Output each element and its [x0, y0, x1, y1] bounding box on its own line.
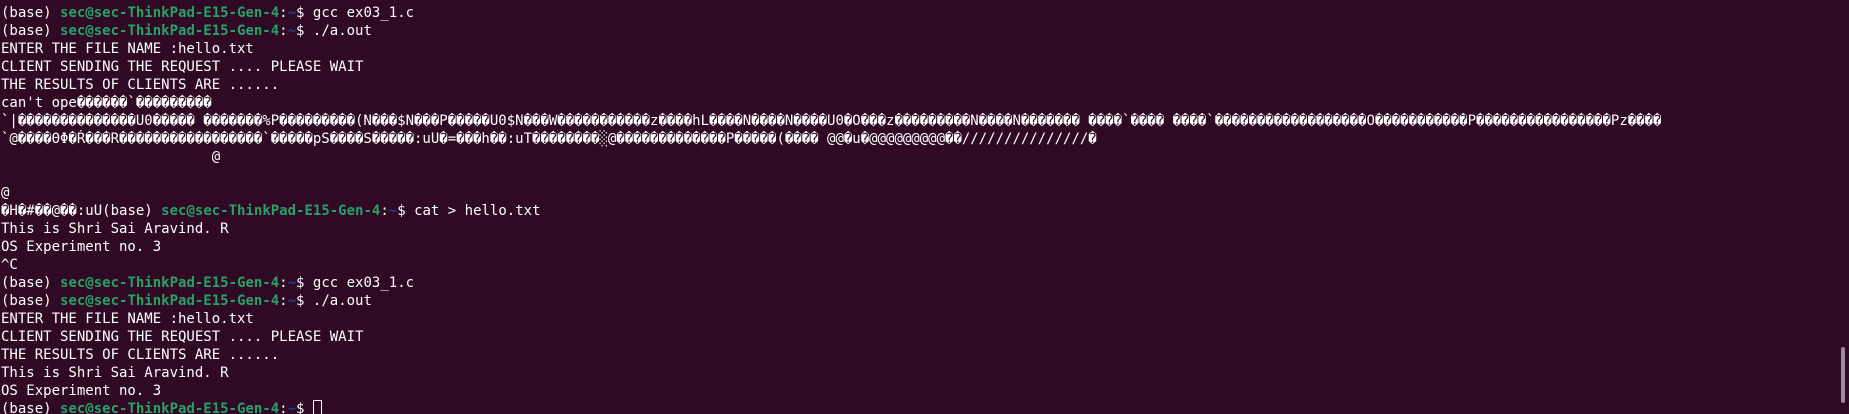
prompt-env: (base) [1, 23, 61, 39]
output-text: can't ope������`��������� [1, 95, 212, 111]
prompt-user-host: sec@sec-ThinkPad-E15-Gen-4 [161, 203, 381, 219]
prompt-user-host: sec@sec-ThinkPad-E15-Gen-4 [60, 401, 280, 414]
output-text: @ [1, 149, 221, 165]
output-text: OS Experiment no. 3 [1, 239, 162, 255]
output-text: ENTER THE FILE NAME :hello.txt [1, 41, 254, 57]
prompt-dollar: $ [296, 401, 313, 414]
terminal-output[interactable]: (base) sec@sec-ThinkPad-E15-Gen-4:~$ gcc… [1, 4, 1829, 414]
terminal-line: can't ope������`��������� [1, 94, 1829, 112]
prompt-dollar: $ [296, 23, 313, 39]
command-text: gcc ex03_1.c [312, 275, 415, 291]
command-text: cat > hello.txt [414, 203, 541, 219]
terminal-line: @ [1, 184, 1829, 202]
terminal-line: CLIENT SENDING THE REQUEST .... PLEASE W… [1, 58, 1829, 76]
command-text: gcc ex03_1.c [312, 5, 415, 21]
terminal-line: @ [1, 148, 1829, 166]
prompt-separator: : [279, 401, 288, 414]
terminal-line: ^C [1, 256, 1829, 274]
output-text: CLIENT SENDING THE REQUEST .... PLEASE W… [1, 329, 364, 345]
terminal-line: OS Experiment no. 3 [1, 238, 1829, 256]
output-text: THE RESULTS OF CLIENTS ARE ...... [1, 77, 280, 93]
prompt-user-host: sec@sec-ThinkPad-E15-Gen-4 [60, 275, 280, 291]
terminal-line: `@����ΘΦ�Ŕ���R�����������������`�����pS�… [1, 130, 1829, 148]
terminal-line: �H�#��@��:uU(base) sec@sec-ThinkPad-E15-… [1, 202, 1829, 220]
output-text: CLIENT SENDING THE REQUEST .... PLEASE W… [1, 59, 364, 75]
terminal-line: (base) sec@sec-ThinkPad-E15-Gen-4:~$ ./a… [1, 22, 1829, 40]
prompt-separator: : [279, 293, 288, 309]
prompt-separator: : [279, 5, 288, 21]
prompt-path: ~ [287, 401, 297, 414]
prompt-path: ~ [287, 293, 297, 309]
text-cursor [312, 400, 322, 414]
prompt-dollar: $ [397, 203, 415, 219]
terminal-line: CLIENT SENDING THE REQUEST .... PLEASE W… [1, 328, 1829, 346]
prompt-user-host: sec@sec-ThinkPad-E15-Gen-4 [60, 293, 280, 309]
prompt-dollar: $ [296, 275, 313, 291]
terminal-line: (base) sec@sec-ThinkPad-E15-Gen-4:~$ gcc… [1, 4, 1829, 22]
prompt-env: (base) [102, 203, 162, 219]
prompt-env: (base) [1, 275, 61, 291]
output-text: This is Shri Sai Aravind. R [1, 221, 229, 237]
prompt-separator: : [279, 23, 288, 39]
terminal-line: ENTER THE FILE NAME :hello.txt [1, 40, 1829, 58]
prompt-path: ~ [287, 23, 297, 39]
output-text: OS Experiment no. 3 [1, 383, 162, 399]
prompt-env: (base) [1, 5, 61, 21]
prompt-dollar: $ [296, 293, 313, 309]
prompt-separator: : [380, 203, 389, 219]
prompt-user-host: sec@sec-ThinkPad-E15-Gen-4 [60, 5, 280, 21]
prompt-env: (base) [1, 401, 61, 414]
output-text: `@����ΘΦ�Ŕ���R�����������������`�����pS�… [1, 131, 1097, 147]
terminal-line: `|��������������U0����� �������%P�������… [1, 112, 1829, 130]
prompt-path: ~ [287, 275, 297, 291]
command-text: ./a.out [312, 23, 372, 39]
terminal-line: This is Shri Sai Aravind. R [1, 364, 1829, 382]
terminal-line: THE RESULTS OF CLIENTS ARE ...... [1, 346, 1829, 364]
terminal-line: (base) sec@sec-ThinkPad-E15-Gen-4:~$ [1, 400, 1829, 414]
command-text: ./a.out [312, 293, 372, 309]
terminal-line: ENTER THE FILE NAME :hello.txt [1, 310, 1829, 328]
terminal-scrollbar[interactable] [1835, 0, 1849, 414]
prompt-dollar: $ [296, 5, 313, 21]
output-text: �H�#��@��:uU [1, 203, 103, 219]
output-text: ^C [1, 257, 18, 273]
output-text: ENTER THE FILE NAME :hello.txt [1, 311, 254, 327]
prompt-path: ~ [388, 203, 398, 219]
terminal-line: (base) sec@sec-ThinkPad-E15-Gen-4:~$ gcc… [1, 274, 1829, 292]
prompt-separator: : [279, 275, 288, 291]
output-text: This is Shri Sai Aravind. R [1, 365, 229, 381]
output-text: `|��������������U0����� �������%P�������… [1, 113, 1662, 129]
terminal-line: OS Experiment no. 3 [1, 382, 1829, 400]
output-text: THE RESULTS OF CLIENTS ARE ...... [1, 347, 280, 363]
terminal-line: This is Shri Sai Aravind. R [1, 220, 1829, 238]
output-text: @ [1, 185, 10, 201]
prompt-env: (base) [1, 293, 61, 309]
scrollbar-thumb[interactable] [1841, 347, 1845, 403]
terminal-line: (base) sec@sec-ThinkPad-E15-Gen-4:~$ ./a… [1, 292, 1829, 310]
terminal-line: THE RESULTS OF CLIENTS ARE ...... [1, 76, 1829, 94]
prompt-path: ~ [287, 5, 297, 21]
prompt-user-host: sec@sec-ThinkPad-E15-Gen-4 [60, 23, 280, 39]
